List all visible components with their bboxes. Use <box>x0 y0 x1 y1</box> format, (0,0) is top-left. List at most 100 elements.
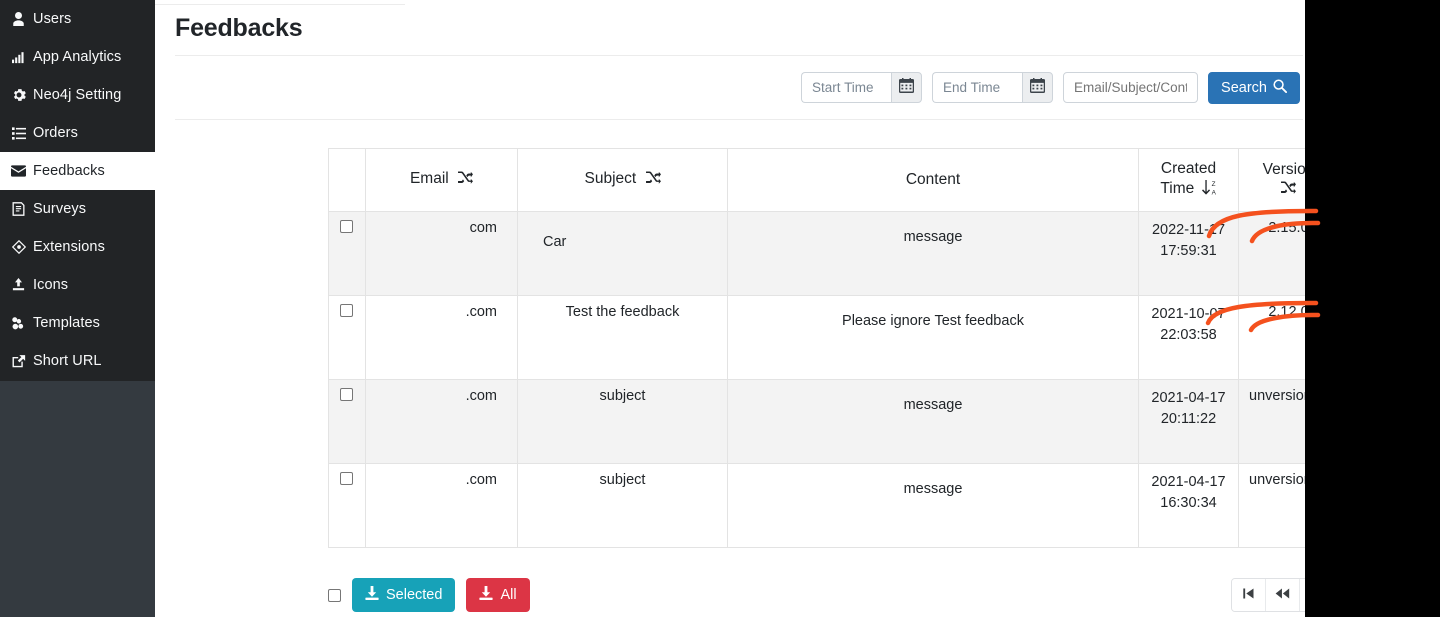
app-root: Users App Analytics Neo4j Setting Orders <box>0 0 1440 617</box>
table-header-row: Email Subject Content <box>329 149 1306 212</box>
cell-created-time: 2021-04-17 16:30:34 <box>1139 464 1239 548</box>
shuffle-icon <box>458 171 473 190</box>
cell-content: message <box>728 464 1139 548</box>
sidebar-item-label: App Analytics <box>33 49 121 65</box>
sitemap-icon <box>10 317 27 330</box>
external-link-icon <box>10 354 27 368</box>
column-header-created-time[interactable]: Created Time Z A <box>1139 149 1239 212</box>
column-header-content: Content <box>728 149 1139 212</box>
cube-icon <box>10 240 27 254</box>
sort-amount-down-za-icon: Z A <box>1202 180 1217 201</box>
cell-email: .com <box>366 464 518 548</box>
table-row: com Car message 2022-11-17 17:59:31 2.15… <box>329 212 1306 296</box>
column-header-email[interactable]: Email <box>366 149 518 212</box>
sidebar-item-label: Icons <box>33 277 68 293</box>
envelope-icon <box>10 165 27 177</box>
pagination-label[interactable]: 1/1 of 4 <box>1300 579 1305 611</box>
table-row: .com subject message 2021-04-17 16:30:34… <box>329 464 1306 548</box>
cell-version: unversioned <box>1239 464 1306 548</box>
list-icon <box>10 127 27 140</box>
start-time-input[interactable] <box>801 72 891 103</box>
sidebar-item-icons[interactable]: Icons <box>0 266 155 304</box>
sidebar-item-label: Feedbacks <box>33 163 105 179</box>
column-label: Subject <box>584 170 636 187</box>
shuffle-icon <box>1281 181 1296 200</box>
created-date: 2021-04-17 <box>1149 472 1228 493</box>
svg-text:A: A <box>1211 189 1216 195</box>
feedbacks-table: Email Subject Content <box>328 148 1305 548</box>
row-checkbox[interactable] <box>340 472 353 485</box>
end-time-calendar-button[interactable] <box>1022 72 1053 103</box>
row-checkbox[interactable] <box>340 388 353 401</box>
user-icon <box>10 12 27 26</box>
download-selected-label: Selected <box>386 587 442 603</box>
created-clock: 16:30:34 <box>1149 493 1228 514</box>
select-all-checkbox[interactable] <box>328 589 341 602</box>
cell-subject: Test the feedback <box>518 296 728 380</box>
sidebar-item-label: Orders <box>33 125 78 141</box>
sidebar: Users App Analytics Neo4j Setting Orders <box>0 0 155 617</box>
sidebar-item-neo4j-setting[interactable]: Neo4j Setting <box>0 76 155 114</box>
column-header-subject[interactable]: Subject <box>518 149 728 212</box>
row-select-cell <box>329 296 366 380</box>
cell-created-time: 2021-10-07 22:03:58 <box>1139 296 1239 380</box>
cell-version: 2.15.0 <box>1239 212 1306 296</box>
download-selected-button[interactable]: Selected <box>352 578 455 612</box>
end-time-group <box>932 72 1053 103</box>
cell-subject: Car <box>518 212 728 296</box>
shuffle-icon <box>646 171 661 190</box>
start-time-calendar-button[interactable] <box>891 72 922 103</box>
sidebar-nav: Users App Analytics Neo4j Setting Orders <box>0 0 155 381</box>
download-all-button[interactable]: All <box>466 578 529 612</box>
sidebar-item-label: Short URL <box>33 353 102 369</box>
sidebar-item-label: Templates <box>33 315 100 331</box>
search-icon <box>1273 79 1287 97</box>
pagination-first-button[interactable] <box>1232 579 1266 611</box>
sidebar-item-users[interactable]: Users <box>0 0 155 38</box>
footer-left-group: Selected All <box>328 578 530 612</box>
bar-chart-icon <box>10 50 27 64</box>
sidebar-item-label: Users <box>33 11 71 27</box>
cell-subject: subject <box>518 380 728 464</box>
sidebar-item-surveys[interactable]: Surveys <box>0 190 155 228</box>
pagination: 1/1 of 4 <box>1231 578 1305 612</box>
cell-created-time: 2021-04-17 20:11:22 <box>1139 380 1239 464</box>
page-title: Feedbacks <box>175 14 302 43</box>
cell-content: message <box>728 380 1139 464</box>
column-header-version[interactable]: Version <box>1239 149 1306 212</box>
svg-text:Z: Z <box>1211 181 1215 188</box>
row-checkbox[interactable] <box>340 220 353 233</box>
search-toolbar: Search <box>175 56 1303 120</box>
search-button[interactable]: Search <box>1208 72 1300 104</box>
created-clock: 17:59:31 <box>1149 241 1228 262</box>
created-date: 2021-04-17 <box>1149 388 1228 409</box>
cell-email: .com <box>366 296 518 380</box>
step-backward-icon <box>1242 587 1255 603</box>
table-row: .com subject message 2021-04-17 20:11:22… <box>329 380 1306 464</box>
sidebar-item-feedbacks[interactable]: Feedbacks <box>0 152 155 190</box>
sidebar-item-label: Extensions <box>33 239 105 255</box>
cell-subject: subject <box>518 464 728 548</box>
cell-version: unversioned <box>1239 380 1306 464</box>
sidebar-item-orders[interactable]: Orders <box>0 114 155 152</box>
download-icon <box>479 586 493 605</box>
column-header-select <box>329 149 366 212</box>
start-time-group <box>801 72 922 103</box>
search-button-label: Search <box>1221 80 1267 96</box>
end-time-input[interactable] <box>932 72 1022 103</box>
main-content: Feedbacks <box>155 0 1305 617</box>
row-select-cell <box>329 464 366 548</box>
pagination-prev-button[interactable] <box>1266 579 1300 611</box>
sidebar-item-short-url[interactable]: Short URL <box>0 342 155 380</box>
sidebar-item-templates[interactable]: Templates <box>0 304 155 342</box>
cell-content: message <box>728 212 1139 296</box>
row-checkbox[interactable] <box>340 304 353 317</box>
cell-content: Please ignore Test feedback <box>728 296 1139 380</box>
upload-icon <box>10 278 27 292</box>
sidebar-item-app-analytics[interactable]: App Analytics <box>0 38 155 76</box>
table-body: com Car message 2022-11-17 17:59:31 2.15… <box>329 212 1306 548</box>
created-clock: 22:03:58 <box>1149 325 1228 346</box>
search-input[interactable] <box>1063 72 1198 103</box>
note-icon <box>10 202 27 216</box>
sidebar-item-extensions[interactable]: Extensions <box>0 228 155 266</box>
